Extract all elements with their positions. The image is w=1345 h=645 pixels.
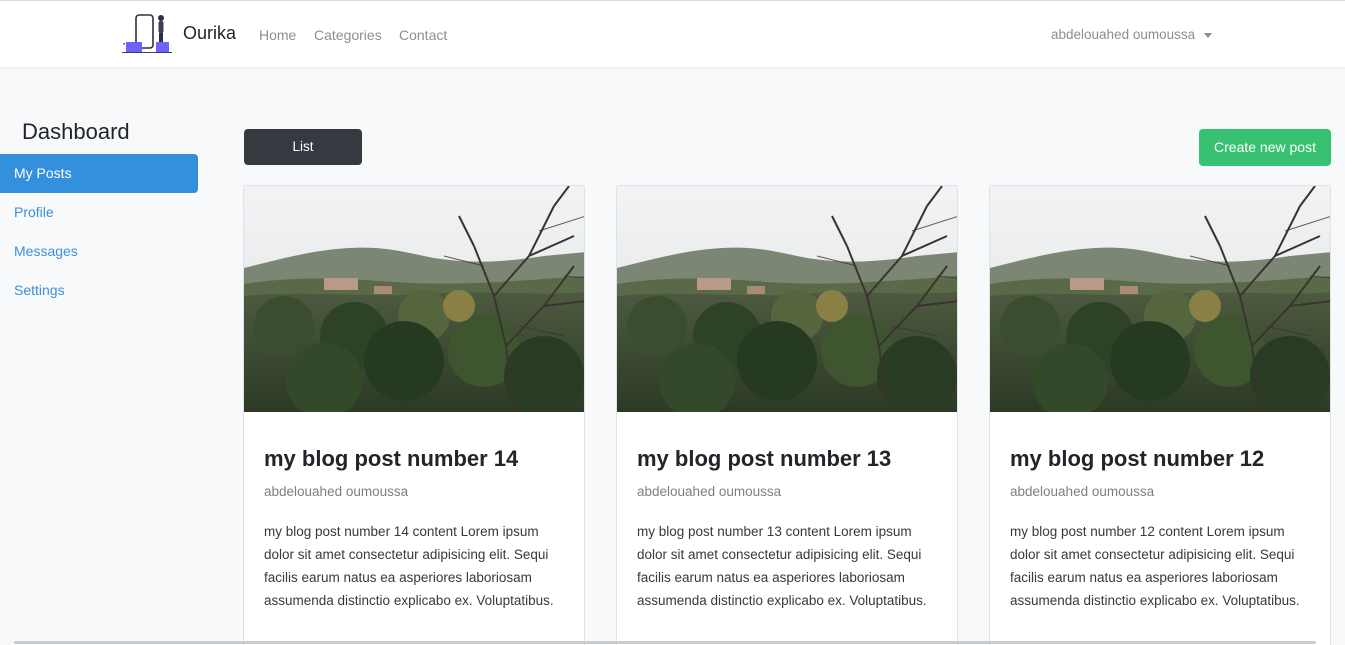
sidebar-item-my-posts[interactable]: My Posts [0,154,198,193]
sidebar-item-messages[interactable]: Messages [0,232,198,271]
post-author: abdelouahed oumoussa [637,484,782,499]
post-author: abdelouahed oumoussa [264,484,409,499]
post-excerpt: my blog post number 14 content Lorem ips… [264,524,554,608]
top-navbar: Ourika Home Categories Contact abdelouah… [0,0,1345,67]
user-dropdown[interactable]: abdelouahed oumoussa [1051,27,1213,42]
post-image [244,186,585,412]
post-excerpt: my blog post number 13 content Lorem ips… [637,524,927,608]
post-title[interactable]: my blog post number 12 [1010,446,1264,472]
nav-link-home[interactable]: Home [259,27,296,43]
brand-logo-icon[interactable] [122,13,172,55]
sidebar-item-settings[interactable]: Settings [0,271,198,310]
horizontal-scrollbar[interactable] [14,641,1316,644]
nav-link-contact[interactable]: Contact [399,27,447,43]
user-name: abdelouahed oumoussa [1051,27,1196,42]
post-excerpt: my blog post number 12 content Lorem ips… [1010,524,1300,608]
brand-name[interactable]: Ourika [183,23,236,44]
post-card: my blog post number 14 abdelouahed oumou… [243,185,585,645]
post-card: my blog post number 13 abdelouahed oumou… [616,185,958,645]
sidebar-title: Dashboard [22,119,130,144]
nav-link-categories[interactable]: Categories [314,27,382,43]
sidebar-item-profile[interactable]: Profile [0,193,198,232]
post-title[interactable]: my blog post number 13 [637,446,891,472]
post-author: abdelouahed oumoussa [1010,484,1155,499]
caret-down-icon [1204,32,1213,38]
list-button[interactable]: List [244,129,362,165]
post-image [617,186,958,412]
post-image [990,186,1331,412]
post-title[interactable]: my blog post number 14 [264,446,518,472]
create-new-post-button[interactable]: Create new post [1199,129,1331,166]
post-card: my blog post number 12 abdelouahed oumou… [989,185,1331,645]
